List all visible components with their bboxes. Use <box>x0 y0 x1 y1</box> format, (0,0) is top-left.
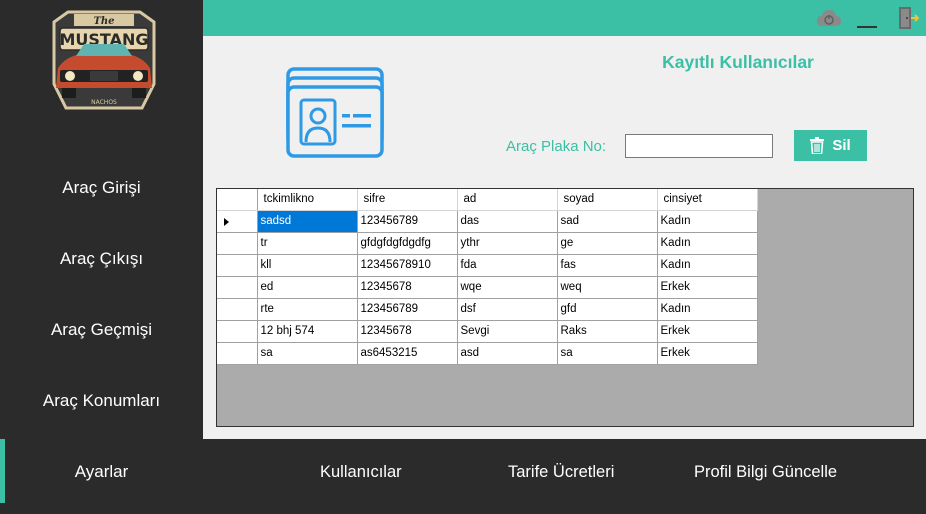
sidebar-item-arac-girisi[interactable]: Araç Girişi <box>0 158 203 218</box>
sidebar-item-label: Ayarlar <box>74 462 129 481</box>
sidebar-item-label: Araç Konumları <box>42 391 161 410</box>
table-cell[interactable]: weq <box>557 276 658 299</box>
row-header[interactable] <box>217 232 258 255</box>
row-header[interactable] <box>217 298 258 321</box>
table-cell[interactable]: as6453215 <box>357 342 458 365</box>
table-row[interactable]: ed 12345678 wqe weq Erkek <box>217 276 758 299</box>
row-header-corner <box>217 189 258 211</box>
row-header[interactable] <box>217 210 258 233</box>
table-cell[interactable]: ythr <box>457 232 558 255</box>
users-data-grid[interactable]: tckimlikno sifre ad soyad cinsiyet sadsd… <box>216 188 914 427</box>
table-cell[interactable]: Raks <box>557 320 658 343</box>
tab-profil-bilgi-guncelle[interactable]: Profil Bilgi Güncelle <box>694 463 837 482</box>
page-title: Kayıtlı Kullanıcılar <box>662 52 814 72</box>
table-cell[interactable]: fda <box>457 254 558 277</box>
main-content: Kayıtlı Kullanıcılar Araç Plaka No: Sil <box>203 36 926 439</box>
table-cell[interactable]: Erkek <box>657 320 758 343</box>
svg-text:The: The <box>93 16 114 27</box>
column-header[interactable]: tckimlikno <box>257 189 358 211</box>
table-row[interactable]: sa as6453215 asd sa Erkek <box>217 342 758 365</box>
trash-icon <box>810 137 825 154</box>
table-cell[interactable]: tr <box>257 232 358 255</box>
row-header[interactable] <box>217 276 258 299</box>
table-cell[interactable]: Kadın <box>657 254 758 277</box>
sidebar-item-label: Araç Girişi <box>62 178 141 197</box>
sidebar-item-ayarlar[interactable]: Ayarlar <box>0 442 203 502</box>
sidebar-item-arac-cikisi[interactable]: Araç Çıkışı <box>0 229 203 289</box>
id-card-icon <box>286 67 384 158</box>
plate-label: Araç Plaka No: <box>506 138 607 155</box>
table-cell[interactable]: sad <box>557 210 658 233</box>
table-cell[interactable]: Erkek <box>657 276 758 299</box>
mustang-logo: The MUSTANG NACHOS <box>52 10 156 110</box>
table-cell[interactable]: asd <box>457 342 558 365</box>
table-cell[interactable]: 12345678 <box>357 320 458 343</box>
table-cell[interactable]: gfd <box>557 298 658 321</box>
table-cell[interactable]: das <box>457 210 558 233</box>
table-cell[interactable]: sa <box>257 342 358 365</box>
title-bar <box>203 0 926 36</box>
tab-tarife-ucretleri[interactable]: Tarife Ücretleri <box>508 463 614 482</box>
table-cell[interactable]: 12345678910 <box>357 254 458 277</box>
delete-button[interactable]: Sil <box>794 130 867 161</box>
column-header[interactable]: cinsiyet <box>657 189 758 211</box>
table-cell[interactable]: rte <box>257 298 358 321</box>
sidebar: The MUSTANG NACHOS Araç Girişi Araç Çıkı… <box>0 0 203 514</box>
table-cell[interactable]: sadsd <box>257 210 358 233</box>
table-row[interactable]: kll 12345678910 fda fas Kadın <box>217 254 758 277</box>
table-cell[interactable]: ge <box>557 232 658 255</box>
table-cell[interactable]: ed <box>257 276 358 299</box>
column-header[interactable]: ad <box>457 189 558 211</box>
minimize-icon[interactable] <box>855 4 879 32</box>
tab-kullanicilar[interactable]: Kullanıcılar <box>320 463 402 482</box>
row-header[interactable] <box>217 320 258 343</box>
table-cell[interactable]: wqe <box>457 276 558 299</box>
table-cell[interactable]: Kadın <box>657 210 758 233</box>
table-cell[interactable]: 123456789 <box>357 210 458 233</box>
table-row[interactable]: 12 bhj 574 12345678 Sevgi Raks Erkek <box>217 320 758 343</box>
delete-button-label: Sil <box>832 137 851 154</box>
table-cell[interactable]: dsf <box>457 298 558 321</box>
table-row[interactable]: sadsd 123456789 das sad Kadın <box>217 210 758 233</box>
table-cell[interactable]: 12345678 <box>357 276 458 299</box>
table-row[interactable]: tr gfdgfdgfdgdfg ythr ge Kadın <box>217 232 758 255</box>
table-cell[interactable]: Kadın <box>657 298 758 321</box>
row-header[interactable] <box>217 342 258 365</box>
current-row-arrow-icon <box>224 217 229 226</box>
column-header[interactable]: soyad <box>557 189 658 211</box>
table-cell[interactable]: fas <box>557 254 658 277</box>
row-header[interactable] <box>217 254 258 277</box>
sidebar-item-arac-gecmisi[interactable]: Araç Geçmişi <box>0 300 203 360</box>
table-cell[interactable]: gfdgfdgfdgdfg <box>357 232 458 255</box>
cloud-power-icon[interactable] <box>815 4 843 32</box>
sidebar-item-label: Araç Geçmişi <box>50 320 153 339</box>
table-cell[interactable]: 12 bhj 574 <box>257 320 358 343</box>
plate-number-input[interactable] <box>625 134 773 158</box>
column-header[interactable]: sifre <box>357 189 458 211</box>
table-cell[interactable]: sa <box>557 342 658 365</box>
table-cell[interactable]: Sevgi <box>457 320 558 343</box>
bottom-nav: Kullanıcılar Tarife Ücretleri Profil Bil… <box>203 439 926 514</box>
svg-text:NACHOS: NACHOS <box>91 99 117 106</box>
table-cell[interactable]: Erkek <box>657 342 758 365</box>
sidebar-item-arac-konumlari[interactable]: Araç Konumları <box>0 371 203 431</box>
sidebar-item-label: Araç Çıkışı <box>59 249 144 268</box>
table-row[interactable]: rte 123456789 dsf gfd Kadın <box>217 298 758 321</box>
table-header-row: tckimlikno sifre ad soyad cinsiyet <box>217 189 758 211</box>
table-cell[interactable]: 123456789 <box>357 298 458 321</box>
table-cell[interactable]: kll <box>257 254 358 277</box>
exit-door-icon[interactable] <box>895 4 921 32</box>
table-cell[interactable]: Kadın <box>657 232 758 255</box>
